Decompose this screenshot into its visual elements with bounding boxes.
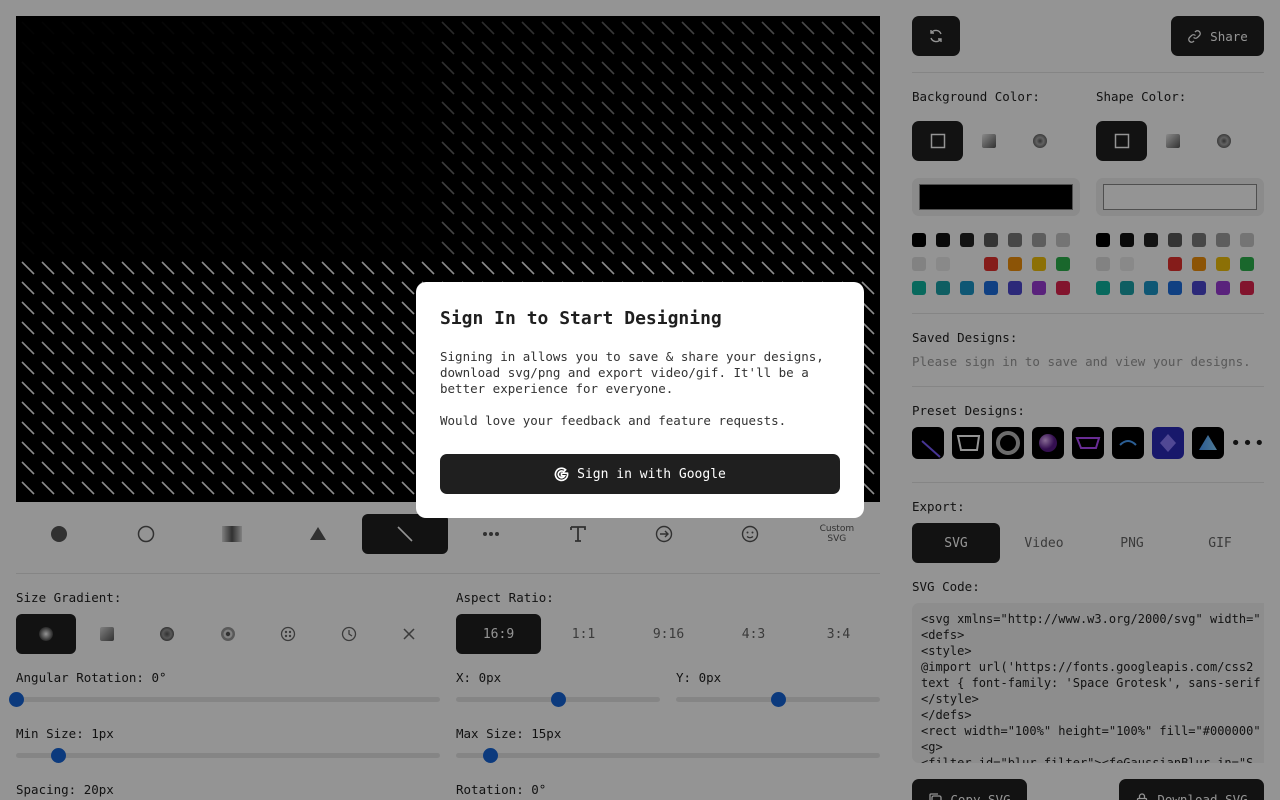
google-icon: [554, 466, 569, 481]
sign-in-modal: Sign In to Start Designing Signing in al…: [416, 282, 864, 518]
modal-body: Signing in allows you to save & share yo…: [440, 349, 824, 396]
modal-title: Sign In to Start Designing: [440, 308, 722, 329]
modal-feedback-text: Would love your feedback and feature req…: [440, 413, 787, 428]
sign-in-google-label: Sign in with Google: [577, 466, 726, 482]
sign-in-google-button[interactable]: Sign in with Google: [440, 454, 840, 494]
